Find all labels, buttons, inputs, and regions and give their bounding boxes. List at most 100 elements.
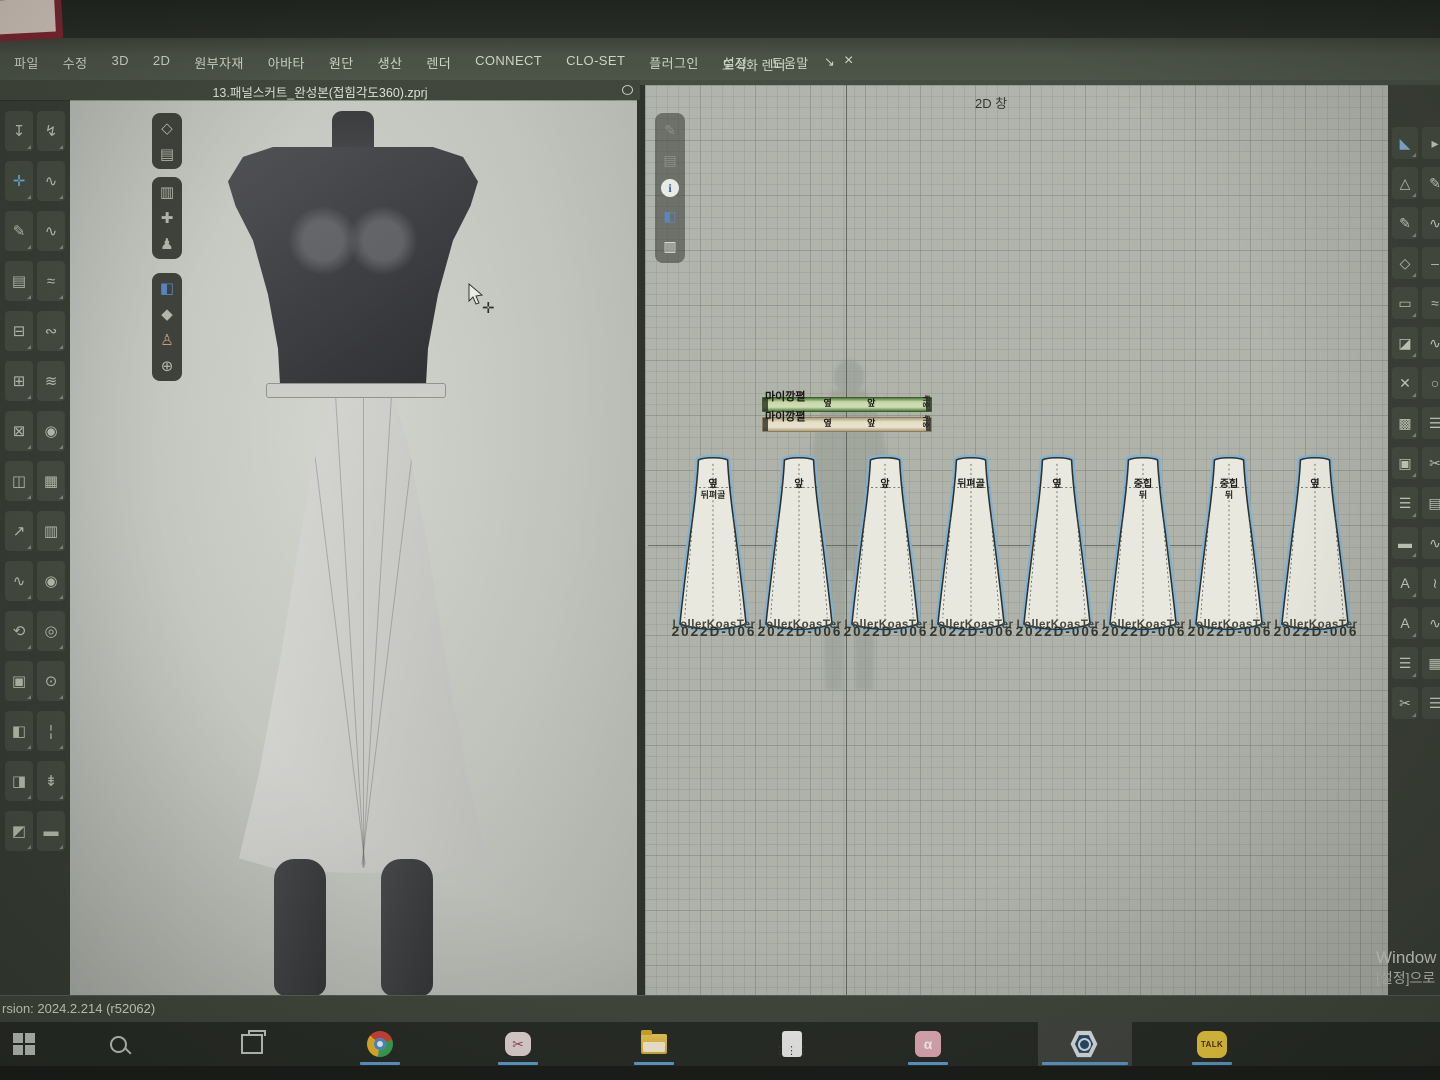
menu-trims[interactable]: 원부자재 [194, 53, 243, 72]
panel-collapse-icon[interactable]: ↘ [824, 54, 835, 70]
sewing-curve-icon[interactable]: ∿ [37, 161, 65, 201]
kakaotalk-app[interactable]: TALK [1190, 1028, 1234, 1060]
menu-clo-set[interactable]: CLO-SET [566, 53, 625, 72]
select-move-icon[interactable]: ✛ [5, 161, 33, 201]
pleats-icon[interactable]: ☰ [1392, 647, 1418, 679]
notch-icon[interactable]: ✕ [1392, 367, 1418, 399]
fold-cylinder-icon[interactable]: ◩ [5, 811, 33, 851]
trace-icon[interactable]: ▩ [1392, 407, 1418, 439]
fabric-swatch-icon[interactable]: ◧ [659, 205, 681, 227]
simulate-icon[interactable]: ↧ [5, 111, 33, 151]
seam-allowance-icon[interactable]: ▣ [1392, 447, 1418, 479]
clipped-tool-icon-15[interactable]: ☰ [1422, 687, 1440, 719]
fabric-roll-icon[interactable]: ◉ [37, 411, 65, 451]
rect-pattern-icon[interactable]: ▭ [1392, 287, 1418, 319]
menu-edit[interactable]: 수정 [63, 53, 88, 72]
zipper-icon[interactable]: ¦ [37, 711, 65, 751]
edit-pen-icon[interactable]: ✎ [659, 119, 681, 141]
thread-curve-icon[interactable]: ∿ [5, 561, 33, 601]
clo3d-app[interactable] [1062, 1028, 1106, 1060]
search-button[interactable] [96, 1028, 140, 1060]
text-style-icon[interactable]: A [1392, 607, 1418, 639]
menu-fabric[interactable]: 원단 [329, 53, 354, 72]
pattern-panel-5[interactable]: 옆 LollerKoasTer 2022D-006 [1022, 456, 1092, 632]
clipped-tool-icon-3[interactable]: ∿ [1422, 207, 1440, 239]
waistband-pattern-beige[interactable]: 마이깡펼 옆앞뒤중 [762, 417, 932, 432]
clipped-tool-icon-1[interactable]: ▸ [1422, 127, 1440, 159]
panel-close-icon[interactable]: × [844, 52, 853, 70]
globe-icon[interactable]: ⊕ [156, 355, 178, 377]
swatch-shirt-alt-icon[interactable]: ▥ [37, 511, 65, 551]
vest-machine-icon[interactable]: ◫ [5, 461, 33, 501]
clipped-tool-icon-6[interactable]: ∿ [1422, 327, 1440, 359]
sewing-bold-icon[interactable]: ≈ [37, 261, 65, 301]
fold-book-icon[interactable]: ◨ [5, 761, 33, 801]
view-cube-icon[interactable]: ◇ [156, 117, 178, 139]
menu-connect[interactable]: CONNECT [475, 53, 542, 72]
pin-garment-icon[interactable]: ▤ [156, 143, 178, 165]
viewport-3d[interactable]: ◇▤ ▥✚♟ ◧◆♙⊕ ✛ [70, 100, 637, 996]
dart-icon[interactable]: ◪ [1392, 327, 1418, 359]
show-avatar-icon[interactable]: ♟ [156, 233, 178, 255]
clipped-tool-icon-11[interactable]: ∿ [1422, 527, 1440, 559]
clipped-tool-icon-7[interactable]: ○ [1422, 367, 1440, 399]
ruler-icon[interactable]: ☰ [1392, 487, 1418, 519]
sewing-machine-icon[interactable]: ⊟ [5, 311, 33, 351]
button-outline-icon[interactable]: ◎ [37, 611, 65, 651]
calculator-app[interactable]: ⋮⋮⋮ [770, 1028, 814, 1060]
clipped-tool-icon-5[interactable]: ≈ [1422, 287, 1440, 319]
capture-app[interactable]: α [906, 1028, 950, 1060]
chrome-app[interactable] [358, 1028, 402, 1060]
show-shirt-icon[interactable]: ▤ [659, 149, 681, 171]
sewing-machine-free-icon[interactable]: ⊠ [5, 411, 33, 451]
render-shade-icon[interactable]: ◆ [156, 303, 178, 325]
snip-app[interactable]: ✂ [496, 1028, 540, 1060]
zipper-stop-icon[interactable]: ⇟ [37, 761, 65, 801]
show-garment-icon[interactable]: ▥ [156, 181, 178, 203]
pane-divider[interactable] [637, 85, 645, 995]
menu-render[interactable]: 렌더 [426, 53, 451, 72]
start-button[interactable] [2, 1028, 46, 1060]
clipped-tool-icon-14[interactable]: ▦ [1422, 647, 1440, 679]
needle-icon[interactable]: ↗ [5, 511, 33, 551]
shirts-pair-icon[interactable]: ◧ [5, 711, 33, 751]
cut-sew-icon[interactable]: ✂ [1392, 687, 1418, 719]
pin-icon[interactable]: ✚ [156, 207, 178, 229]
sewing-edit-icon[interactable]: ∿ [37, 211, 65, 251]
menu-production[interactable]: 생산 [378, 53, 403, 72]
pen-curve-icon[interactable]: ✎ [5, 211, 33, 251]
file-explorer-app[interactable] [632, 1028, 676, 1060]
task-view-button[interactable] [230, 1028, 274, 1060]
buttonhole-icon[interactable]: ⊙ [37, 661, 65, 701]
open-project-icon[interactable]: ⟲ [5, 611, 33, 651]
menu-plugin[interactable]: 플러그인 [649, 53, 698, 72]
menu-2d[interactable]: 2D [153, 53, 170, 72]
info-icon[interactable]: i [661, 179, 679, 197]
avatar-walk-icon[interactable]: ↯ [37, 111, 65, 151]
pen-polygon-icon[interactable]: ✎ [1392, 207, 1418, 239]
arrange-garment-icon[interactable]: ▤ [5, 261, 33, 301]
polygon-pattern-icon[interactable]: ◇ [1392, 247, 1418, 279]
pattern-panel-3[interactable]: 앞 LollerKoasTer 2022D-006 [850, 456, 920, 632]
edit-pattern-icon[interactable]: △ [1392, 167, 1418, 199]
sewing-machine-seg-icon[interactable]: ⊞ [5, 361, 33, 401]
clipped-tool-icon-2[interactable]: ✎ [1422, 167, 1440, 199]
menu-avatar[interactable]: 아바타 [268, 53, 305, 72]
pattern-panel-4[interactable]: 뒤펴골 LollerKoasTer 2022D-006 [936, 456, 1006, 632]
roll-fabric-icon[interactable]: ▬ [37, 811, 65, 851]
sewing-detach-icon[interactable]: ∾ [37, 311, 65, 351]
pattern-panel-6[interactable]: 중힙 뒤 LollerKoasTer 2022D-006 [1108, 456, 1178, 632]
button-icon[interactable]: ◉ [37, 561, 65, 601]
menu-file[interactable]: 파일 [14, 53, 39, 72]
clipped-tool-icon-4[interactable]: ‒ [1422, 247, 1440, 279]
swatch-shirt-icon[interactable]: ▦ [37, 461, 65, 501]
jacket-icon[interactable]: ▣ [5, 661, 33, 701]
pattern-panel-8[interactable]: 옆 LollerKoasTer 2022D-006 [1280, 456, 1350, 632]
pattern-shirt-icon[interactable]: ▥ [659, 235, 681, 257]
sewing-check-icon[interactable]: ≋ [37, 361, 65, 401]
clipped-tool-icon-13[interactable]: ∿ [1422, 607, 1440, 639]
text-tool-icon[interactable]: A [1392, 567, 1418, 599]
pattern-panel-2[interactable]: 앞 LollerKoasTer 2022D-006 [764, 456, 834, 632]
garment-waistband-3d[interactable] [266, 383, 446, 398]
transform-pattern-icon[interactable]: ◣ [1392, 127, 1418, 159]
